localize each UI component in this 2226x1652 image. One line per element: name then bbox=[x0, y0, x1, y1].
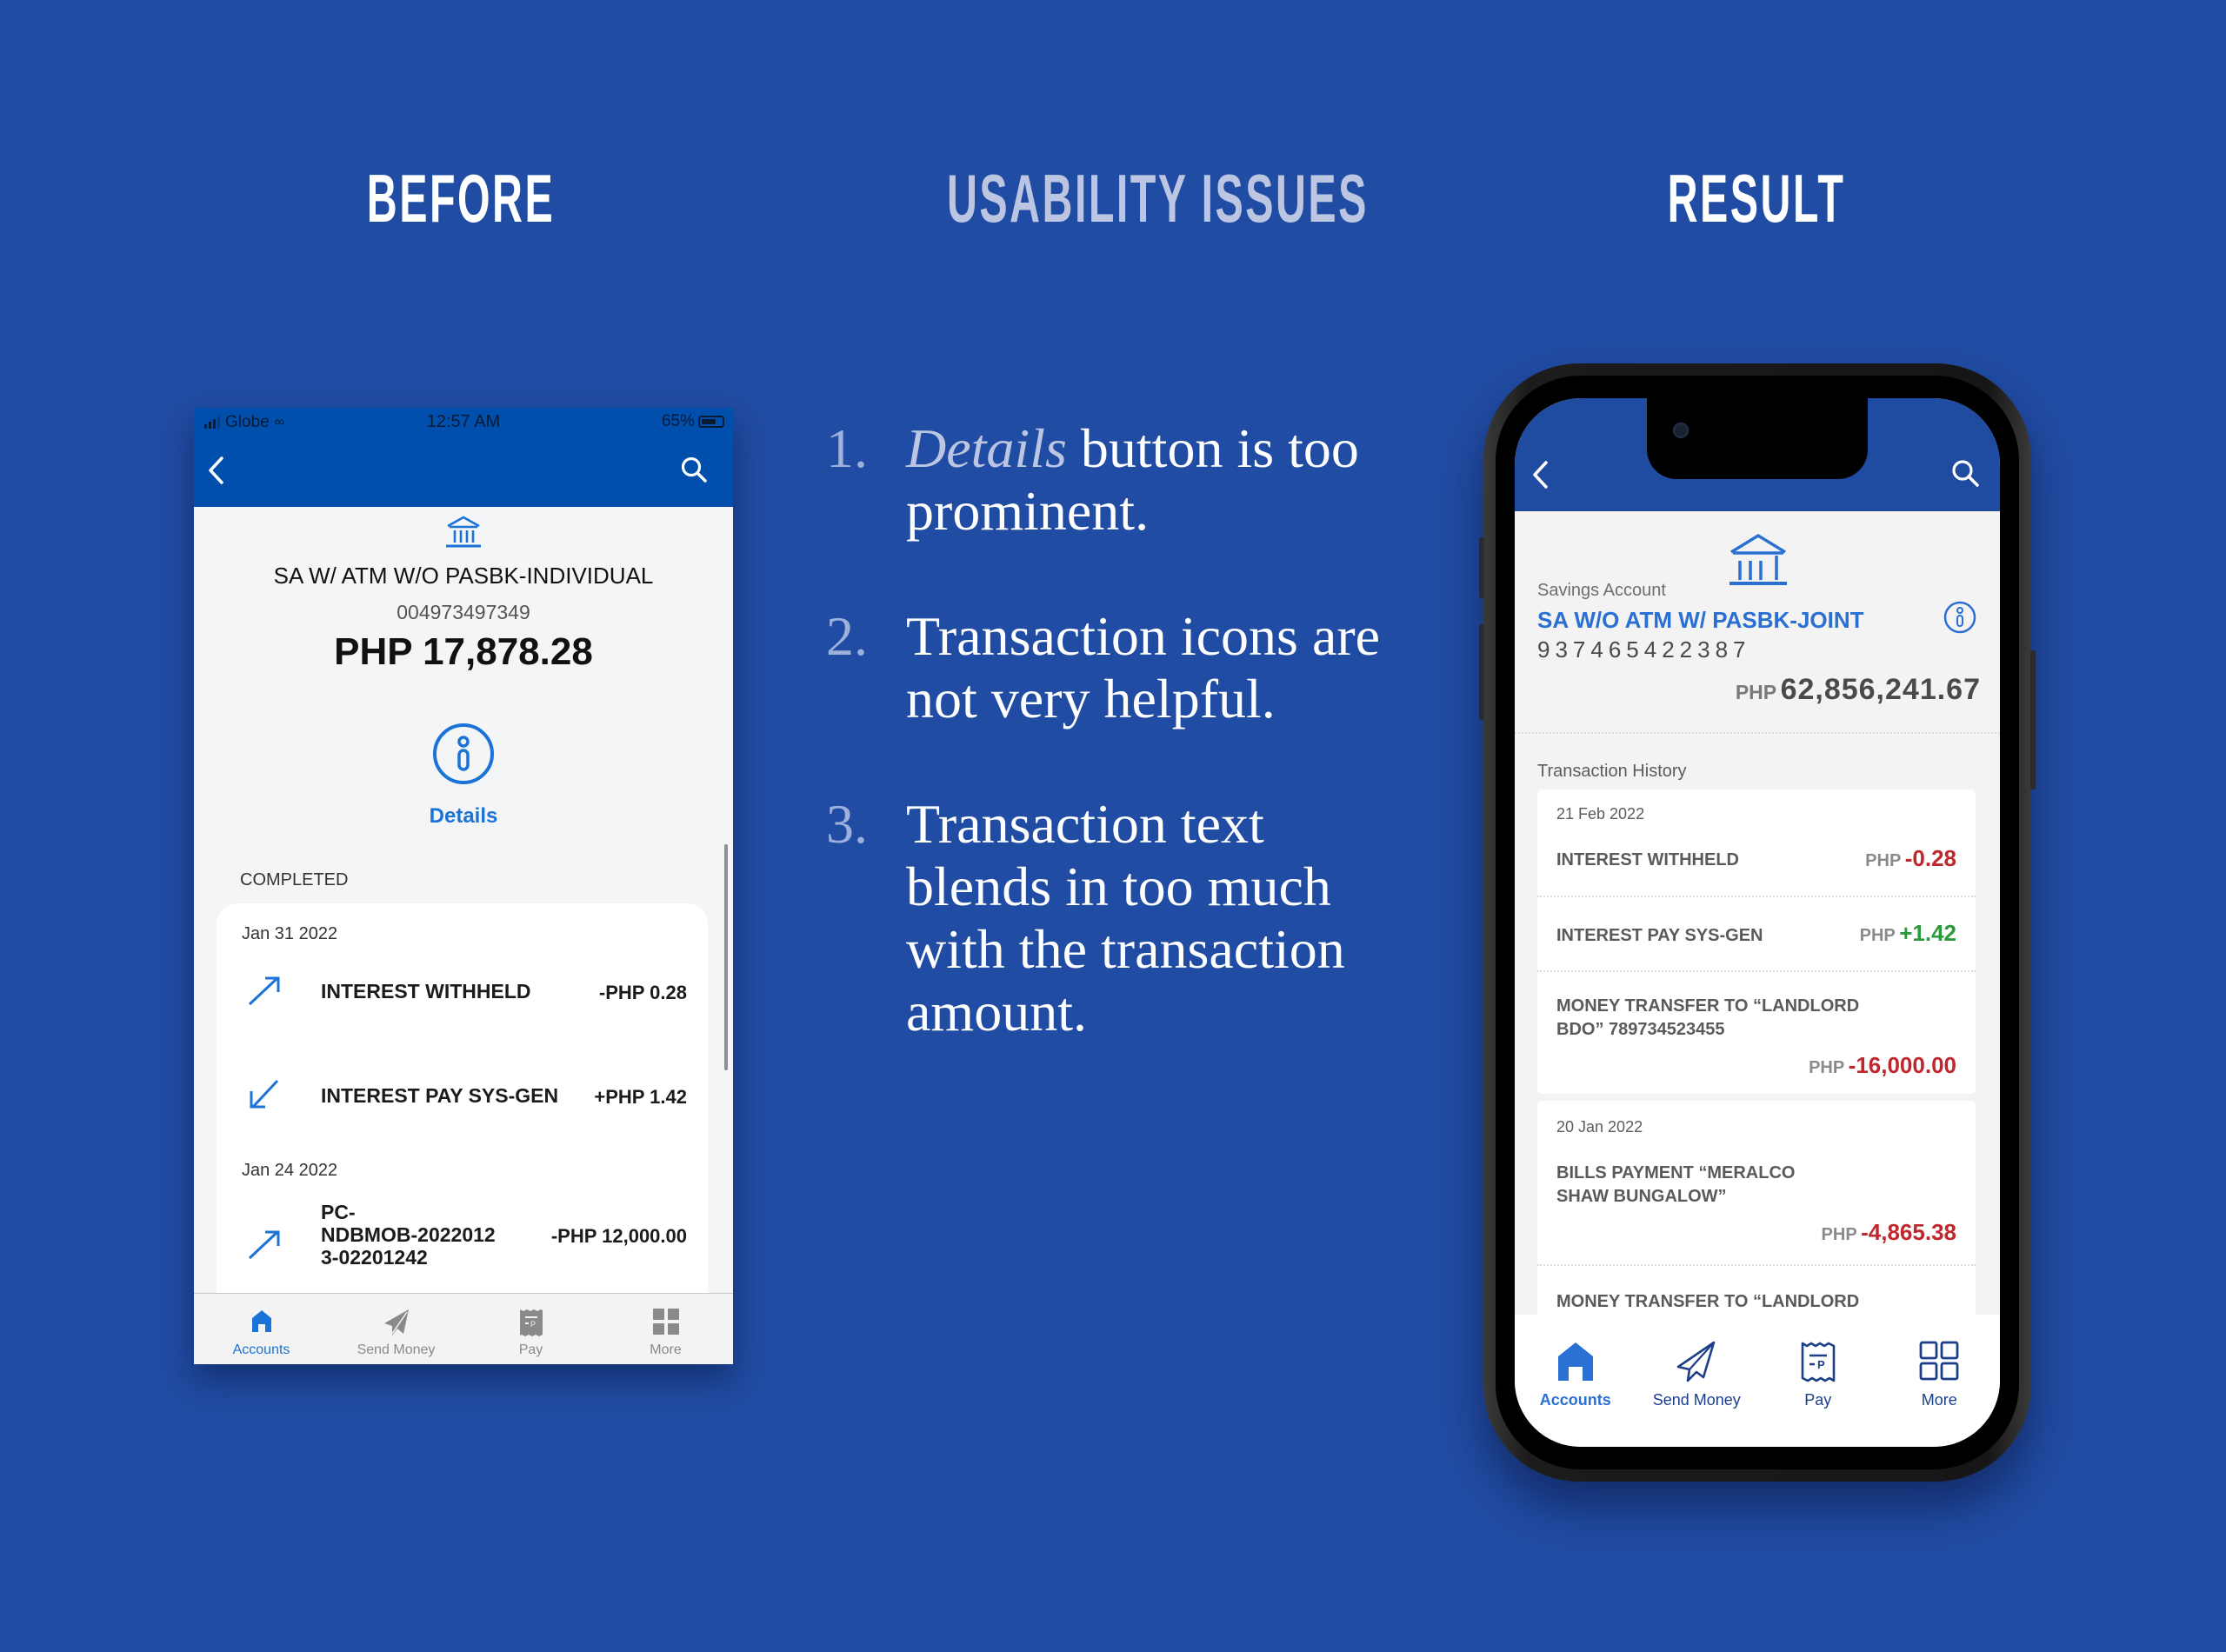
grid-icon bbox=[1919, 1341, 1959, 1385]
tab-accounts[interactable]: Accounts bbox=[1515, 1315, 1636, 1447]
transaction-date: 21 Feb 2022 bbox=[1556, 805, 1645, 823]
divider bbox=[1537, 896, 1976, 897]
transaction-date: 20 Jan 2022 bbox=[1556, 1118, 1643, 1136]
back-icon[interactable] bbox=[206, 455, 227, 490]
transaction-name: INTEREST PAY SYS-GEN bbox=[321, 1084, 559, 1107]
account-balance: PHP 62,856,241.67 bbox=[1736, 673, 1981, 707]
transaction-amount: PHP -0.28 bbox=[1865, 845, 1956, 871]
issue-number: 2. bbox=[826, 605, 868, 667]
transaction-amount: PHP -4,865.38 bbox=[1821, 1219, 1956, 1245]
heading-before: BEFORE bbox=[366, 160, 556, 236]
phone-notch bbox=[1647, 398, 1868, 479]
transaction-name: BILLS PAYMENT “MERALCO SHAW BUNGALOW” bbox=[1556, 1163, 1796, 1206]
tab-more[interactable]: More bbox=[1879, 1315, 2001, 1447]
svg-text:P: P bbox=[530, 1320, 536, 1329]
account-type: Savings Account bbox=[1537, 581, 1666, 600]
tab-pay[interactable]: P Pay bbox=[463, 1294, 598, 1364]
divider bbox=[1537, 1264, 1976, 1266]
issue-number: 1. bbox=[826, 417, 868, 479]
status-time: 12:57 AM bbox=[426, 412, 501, 431]
tab-pay[interactable]: P Pay bbox=[1757, 1315, 1879, 1447]
transaction-group-card: 21 Feb 2022 INTEREST WITHHELD PHP -0.28 … bbox=[1537, 789, 1976, 1094]
transaction-date: Jan 24 2022 bbox=[242, 1161, 338, 1180]
side-button bbox=[1479, 624, 1484, 720]
transaction-name: PC- NDBMOB-2022012 3-02201242 bbox=[321, 1201, 496, 1269]
account-balance: PHP 17,878.28 bbox=[334, 630, 593, 673]
account-name: SA W/O ATM W/ PASBK-JOINT bbox=[1537, 607, 1864, 633]
result-phone-mockup: Savings Account SA W/O ATM W/ PASBK-JOIN… bbox=[1479, 363, 2036, 1482]
tab-send-money[interactable]: Send Money bbox=[1636, 1315, 1758, 1447]
details-button[interactable]: Details bbox=[194, 804, 733, 829]
tab-more[interactable]: More bbox=[598, 1294, 733, 1364]
account-number: 937465422387 bbox=[1537, 636, 1751, 663]
home-icon bbox=[249, 1308, 275, 1338]
issue-number: 3. bbox=[826, 793, 868, 855]
arrow-up-right-icon bbox=[246, 973, 284, 1012]
account-title: SA W/ ATM W/O PASBK-INDIVIDUAL bbox=[273, 563, 654, 589]
svg-text:P: P bbox=[1817, 1358, 1825, 1371]
transaction-amount: PHP -16,000.00 bbox=[1809, 1052, 1956, 1078]
home-icon bbox=[1556, 1341, 1595, 1385]
balance-value: 62,856,241.67 bbox=[1780, 673, 1981, 706]
battery-percent: 65% bbox=[661, 412, 695, 430]
tab-send-money[interactable]: Send Money bbox=[329, 1294, 463, 1364]
info-icon[interactable] bbox=[1943, 600, 1977, 639]
paper-plane-icon bbox=[1676, 1341, 1717, 1389]
balance-currency: PHP bbox=[1735, 681, 1777, 703]
receipt-icon: P bbox=[1801, 1341, 1836, 1389]
arrow-up-right-icon bbox=[246, 1227, 284, 1266]
issue-emphasis: Details bbox=[906, 417, 1067, 479]
side-button bbox=[1479, 537, 1484, 598]
bank-icon bbox=[1728, 533, 1789, 591]
transaction-name: INTEREST PAY SYS-GEN bbox=[1556, 926, 1763, 945]
heading-usability-issues: USABILITY ISSUES bbox=[947, 160, 1369, 236]
transaction-date: Jan 31 2022 bbox=[242, 924, 338, 943]
grid-icon bbox=[652, 1308, 680, 1340]
heading-result: RESULT bbox=[1667, 160, 1846, 236]
transaction-amount: -PHP 12,000.00 bbox=[550, 1225, 687, 1247]
tab-bar: Accounts Send Money P Pay More bbox=[194, 1293, 733, 1364]
back-icon[interactable] bbox=[1530, 459, 1551, 495]
account-number: 004973497349 bbox=[397, 601, 530, 623]
scrollbar[interactable] bbox=[724, 844, 728, 1070]
side-button bbox=[2030, 650, 2036, 789]
transaction-amount: PHP +1.42 bbox=[1859, 920, 1956, 946]
transaction-amount: +PHP 1.42 bbox=[594, 1086, 687, 1108]
tab-accounts[interactable]: Accounts bbox=[194, 1294, 329, 1364]
result-screen: Savings Account SA W/O ATM W/ PASBK-JOIN… bbox=[1515, 398, 2000, 1447]
issue-text: Transaction icons are not very helpful. bbox=[906, 605, 1381, 729]
battery-icon bbox=[698, 416, 724, 428]
transaction-name: INTEREST WITHHELD bbox=[321, 980, 531, 1003]
info-icon[interactable] bbox=[431, 722, 496, 790]
search-icon[interactable] bbox=[679, 455, 709, 489]
transaction-amount: -PHP 0.28 bbox=[598, 982, 687, 1003]
camera-icon bbox=[1673, 423, 1689, 438]
divider bbox=[1515, 732, 2000, 734]
bank-icon bbox=[444, 515, 483, 554]
before-screenshot: Globe ∞ 12:57 AM 65% SA W/ ATM W/O PASBK… bbox=[194, 408, 733, 1364]
status-bar: Globe ∞ 12:57 AM 65% bbox=[194, 408, 733, 436]
paper-plane-icon bbox=[382, 1308, 411, 1342]
nav-bar bbox=[194, 436, 733, 507]
arrow-down-left-icon bbox=[246, 1077, 284, 1116]
tab-bar: Accounts Send Money P Pay More bbox=[1515, 1315, 2000, 1447]
transaction-history-label: Transaction History bbox=[1537, 762, 1687, 781]
divider bbox=[1537, 970, 1976, 972]
section-label: COMPLETED bbox=[240, 870, 349, 889]
issue-text: Transaction text blends in too much with… bbox=[906, 793, 1345, 1042]
transaction-name: INTEREST WITHHELD bbox=[1556, 850, 1739, 869]
search-icon[interactable] bbox=[1949, 457, 1981, 493]
receipt-icon: P bbox=[518, 1308, 544, 1342]
transaction-name: MONEY TRANSFER TO “LANDLORD BDO” 7897345… bbox=[1556, 996, 1860, 1039]
